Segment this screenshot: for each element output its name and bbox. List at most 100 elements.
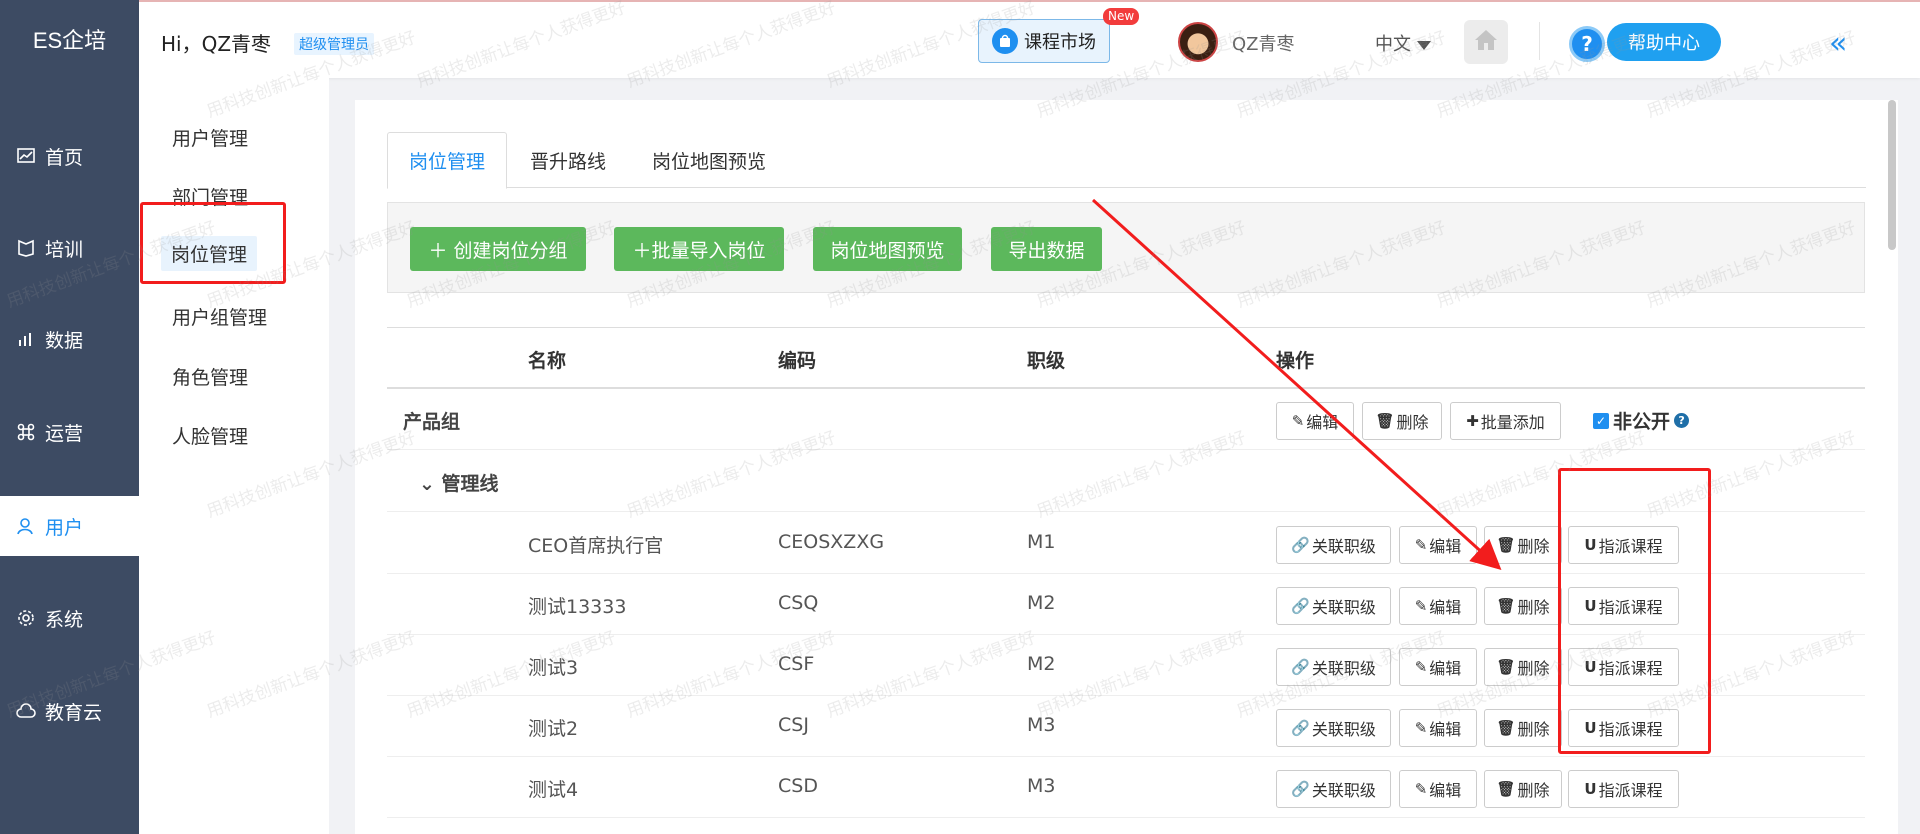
column-header-operations: 操作 — [1276, 350, 1315, 372]
submenu-department-management[interactable]: 部门管理 — [172, 179, 258, 214]
user-icon — [15, 515, 37, 537]
link-level-button[interactable]: 🔗 关联职级 — [1276, 587, 1391, 625]
nav-item-training[interactable]: 培训 — [0, 218, 139, 278]
edit-icon: ✎ — [1414, 658, 1428, 676]
delete-button[interactable]: 🗑 删除 — [1484, 648, 1562, 686]
delete-button[interactable]: 🗑 删除 — [1484, 770, 1562, 808]
row-code: CSQ — [778, 592, 819, 614]
table-subgroup-row[interactable]: ⌄ 管理线 — [387, 451, 1865, 512]
delete-button[interactable]: 🗑 删除 — [1484, 587, 1562, 625]
edit-button[interactable]: ✎ 编辑 — [1399, 648, 1477, 686]
action-toolbar: ＋ 创建岗位分组 ＋批量导入岗位 岗位地图预览 导出数据 — [387, 202, 1865, 293]
row-code: CSJ — [778, 714, 809, 736]
assign-course-button[interactable]: U 指派课程 — [1568, 526, 1679, 564]
submenu-user-management[interactable]: 用户管理 — [172, 120, 258, 155]
group-delete-button[interactable]: 🗑 删除 — [1362, 402, 1442, 440]
button-label: 批量添加 — [1480, 413, 1545, 432]
magnet-icon: U — [1584, 597, 1597, 615]
row-level: M1 — [1027, 531, 1056, 553]
create-position-group-button[interactable]: ＋ 创建岗位分组 — [410, 227, 586, 271]
assign-course-button[interactable]: U 指派课程 — [1568, 770, 1679, 808]
submenu-position-management[interactable]: 岗位管理 — [161, 236, 258, 271]
gear-icon — [15, 607, 37, 629]
language-select[interactable]: 中文 — [1375, 30, 1431, 56]
vertical-scrollbar[interactable] — [1888, 100, 1896, 250]
header-divider — [1539, 22, 1540, 60]
trash-icon: 🗑 — [1496, 780, 1516, 798]
edit-button[interactable]: ✎ 编辑 — [1399, 587, 1477, 625]
trash-icon: 🗑 — [1496, 658, 1516, 676]
submenu-role-management[interactable]: 角色管理 — [172, 359, 258, 394]
assign-course-button[interactable]: U 指派课程 — [1568, 587, 1679, 625]
link-icon: 🔗 — [1291, 536, 1310, 554]
question-icon[interactable]: ? — [1674, 413, 1690, 428]
link-level-button[interactable]: 🔗 关联职级 — [1276, 648, 1391, 686]
link-level-button[interactable]: 🔗 关联职级 — [1276, 526, 1391, 564]
batch-import-positions-button[interactable]: ＋批量导入岗位 — [614, 227, 784, 271]
tab-position-management[interactable]: 岗位管理 — [387, 132, 507, 189]
button-label: 删除 — [1396, 413, 1429, 432]
nav-item-home[interactable]: 首页 — [0, 126, 139, 186]
export-data-button[interactable]: 导出数据 — [991, 227, 1102, 271]
row-code: CSD — [778, 775, 818, 797]
help-question-icon[interactable]: ? — [1569, 26, 1605, 62]
group-name: 产品组 — [403, 411, 461, 433]
bar-chart-icon — [15, 328, 37, 350]
edit-button[interactable]: ✎ 编辑 — [1399, 709, 1477, 747]
row-level: M3 — [1027, 714, 1056, 736]
link-icon: 🔗 — [1291, 597, 1310, 615]
group-batch-add-button[interactable]: ✚ 批量添加 — [1450, 402, 1561, 440]
private-toggle[interactable]: ✓ 非公开? — [1593, 407, 1690, 434]
button-label: 删除 — [1517, 537, 1550, 556]
collapse-double-chevron-icon[interactable]: « — [1829, 26, 1847, 61]
main-sidebar: ES企培 首页 培训 数据 运营 用户 系统 教育云 — [0, 0, 139, 834]
edit-icon: ✎ — [1414, 780, 1428, 798]
nav-item-data[interactable]: 数据 — [0, 309, 139, 369]
shopping-bag-icon — [992, 28, 1018, 54]
table-row: 测试3 CSF M2 🔗 关联职级 ✎ 编辑 🗑 删除 U 指派课程 — [387, 635, 1865, 696]
link-icon: 🔗 — [1291, 780, 1310, 798]
subgroup-label: 管理线 — [441, 473, 499, 495]
group-edit-button[interactable]: ✎ 编辑 — [1276, 402, 1354, 440]
nav-item-users[interactable]: 用户 — [0, 496, 139, 556]
course-market-button[interactable]: 课程市场 — [978, 19, 1110, 63]
link-icon: 🔗 — [1291, 719, 1310, 737]
home-button[interactable] — [1464, 20, 1508, 64]
nav-item-system[interactable]: 系统 — [0, 588, 139, 648]
edit-button[interactable]: ✎ 编辑 — [1399, 770, 1477, 808]
training-icon — [15, 237, 37, 259]
command-icon — [15, 421, 37, 443]
nav-item-edu-cloud[interactable]: 教育云 — [0, 681, 139, 741]
avatar[interactable] — [1178, 22, 1218, 62]
brand-logo: ES企培 — [32, 28, 107, 53]
private-label: 非公开 — [1613, 411, 1671, 433]
assign-course-button[interactable]: U 指派课程 — [1568, 709, 1679, 747]
table-row: CEO首席执行官 CEOSXZXG M1 🔗 关联职级 ✎ 编辑 🗑 删除 U 指派课程 — [387, 513, 1865, 574]
nav-label: 教育云 — [45, 701, 103, 724]
submenu-user-group-management[interactable]: 用户组管理 — [172, 299, 277, 334]
tab-position-map-preview[interactable]: 岗位地图预览 — [629, 132, 789, 188]
button-label: 指派课程 — [1598, 781, 1663, 800]
button-label: 指派课程 — [1598, 537, 1663, 556]
delete-button[interactable]: 🗑 删除 — [1484, 709, 1562, 747]
row-name: 测试13333 — [528, 596, 627, 618]
link-icon: 🔗 — [1291, 658, 1310, 676]
top-bar: Hi，QZ青枣 超级管理员 课程市场 New QZ青枣 中文 ? 帮助中心 « — [139, 0, 1920, 78]
button-label: 关联职级 — [1311, 537, 1376, 556]
row-code: CEOSXZXG — [778, 531, 885, 553]
position-map-preview-button[interactable]: 岗位地图预览 — [813, 227, 962, 271]
delete-button[interactable]: 🗑 删除 — [1484, 526, 1562, 564]
link-level-button[interactable]: 🔗 关联职级 — [1276, 770, 1391, 808]
help-center-button[interactable]: 帮助中心 — [1607, 23, 1721, 61]
username[interactable]: QZ青枣 — [1232, 30, 1295, 56]
row-name: 测试4 — [528, 779, 579, 801]
checkbox-checked-icon[interactable]: ✓ — [1593, 412, 1609, 429]
submenu-face-management[interactable]: 人脸管理 — [172, 418, 258, 453]
tab-promotion-route[interactable]: 晋升路线 — [507, 132, 629, 188]
edit-button[interactable]: ✎ 编辑 — [1399, 526, 1477, 564]
button-label: 删除 — [1517, 781, 1550, 800]
assign-course-button[interactable]: U 指派课程 — [1568, 648, 1679, 686]
table-header: 名称 编码 职级 操作 — [387, 327, 1865, 389]
link-level-button[interactable]: 🔗 关联职级 — [1276, 709, 1391, 747]
nav-item-operations[interactable]: 运营 — [0, 402, 139, 462]
